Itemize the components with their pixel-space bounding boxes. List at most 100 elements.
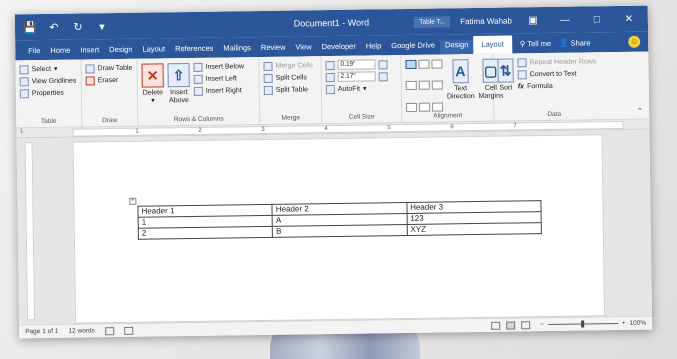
select-button[interactable]: Select ▾: [19, 63, 76, 76]
pencil-icon: [85, 63, 95, 73]
align-center-icon[interactable]: [418, 80, 430, 91]
split-table-label: Split Table: [275, 85, 309, 94]
tab-selector-icon[interactable]: L: [20, 128, 23, 134]
maximize-icon[interactable]: □: [586, 14, 608, 25]
align-top-right-icon[interactable]: [431, 59, 443, 69]
ruler-number: 1: [135, 128, 139, 135]
insert-left-icon: [193, 74, 203, 84]
align-top-center-icon[interactable]: [418, 59, 430, 69]
distribute-columns-icon[interactable]: [378, 71, 388, 81]
select-icon: [19, 64, 29, 74]
tab-developer[interactable]: Developer: [317, 42, 361, 57]
delete-dropdown-icon: ▾: [151, 97, 155, 105]
insert-below-icon: [193, 62, 203, 72]
group-merge: Merge Cells Split Cells Split Table Merg…: [259, 56, 323, 125]
tab-table-layout[interactable]: Layout: [473, 35, 513, 55]
tell-me-label: Tell me: [527, 38, 552, 49]
table-move-handle-icon[interactable]: +: [129, 197, 137, 205]
tab-file[interactable]: File: [23, 46, 45, 60]
word-count[interactable]: 12 words: [68, 327, 94, 334]
properties-button[interactable]: Properties: [19, 87, 77, 100]
tell-me-search[interactable]: ⚲ Tell me: [520, 39, 551, 53]
repeat-header-rows-button[interactable]: Repeat Header Rows: [517, 55, 596, 68]
repeat-header-label: Repeat Header Rows: [529, 57, 597, 66]
align-bottom-center-icon[interactable]: [419, 102, 431, 112]
ruler-number: 3: [261, 126, 265, 134]
repeat-header-icon: [517, 57, 527, 67]
tab-view[interactable]: View: [290, 42, 316, 56]
zoom-in-icon[interactable]: +: [622, 320, 626, 327]
align-bottom-left-icon[interactable]: [406, 102, 418, 112]
macro-recording-icon[interactable]: [123, 326, 133, 335]
insert-right-button[interactable]: Insert Right: [193, 84, 245, 97]
cell-width-input[interactable]: 2.17": [337, 71, 376, 82]
share-label: Share: [570, 38, 591, 48]
collapse-ribbon-icon[interactable]: ⌃: [636, 107, 643, 116]
zoom-level[interactable]: 100%: [629, 320, 646, 327]
table-cell[interactable]: XYZ: [406, 222, 542, 236]
document-page[interactable]: + Header 1 Header 2 Header 3 1 A 123 2 B…: [72, 134, 606, 324]
web-layout-icon[interactable]: [520, 320, 530, 329]
cell-width-field[interactable]: 2.17": [325, 70, 397, 83]
zoom-slider-thumb[interactable]: [580, 320, 584, 328]
insert-left-button[interactable]: Insert Left: [193, 72, 245, 85]
minimize-icon[interactable]: —: [554, 14, 576, 25]
delete-label: Delete: [142, 89, 164, 97]
split-cells-label: Split Cells: [275, 73, 307, 82]
table-cell[interactable]: 2: [138, 226, 273, 240]
cell-height-field[interactable]: 0.19": [325, 58, 396, 71]
dropdown-arrow-icon: ▾: [53, 65, 58, 73]
proofing-icon[interactable]: [104, 326, 114, 335]
formula-button[interactable]: fx Formula: [518, 79, 597, 92]
split-cells-button[interactable]: Split Cells: [263, 71, 317, 84]
tab-insert[interactable]: Insert: [75, 45, 104, 59]
ruler-number: 6: [450, 124, 454, 131]
view-gridlines-label: View Gridlines: [31, 77, 77, 85]
autofit-button[interactable]: AutoFit ▾: [325, 82, 397, 95]
ribbon-display-icon[interactable]: ▣: [522, 15, 544, 26]
user-name[interactable]: Fatima Wahab: [460, 16, 512, 26]
vertical-ruler[interactable]: [24, 142, 36, 321]
read-mode-icon[interactable]: [490, 321, 500, 330]
tab-references[interactable]: References: [170, 44, 219, 59]
convert-to-text-icon: [517, 69, 527, 79]
feedback-smiley-icon[interactable]: ☺: [628, 35, 641, 48]
align-top-left-icon[interactable]: [405, 59, 417, 69]
convert-to-text-button[interactable]: Convert to Text: [517, 67, 597, 80]
align-bottom-right-icon[interactable]: [432, 102, 444, 112]
page-count[interactable]: Page 1 of 1: [25, 328, 58, 335]
zoom-out-icon[interactable]: −: [540, 321, 544, 328]
eraser-button[interactable]: Eraser: [85, 74, 133, 87]
print-layout-icon[interactable]: [505, 320, 515, 330]
zoom-slider[interactable]: [547, 320, 618, 328]
tab-review[interactable]: Review: [256, 43, 291, 57]
close-icon[interactable]: ✕: [618, 13, 640, 24]
align-center-left-icon[interactable]: [405, 81, 417, 91]
tab-table-design[interactable]: Design: [439, 40, 474, 55]
tab-google-drive[interactable]: Google Drive: [386, 41, 440, 56]
group-draw: Draw Table Eraser Draw: [81, 58, 139, 127]
view-buttons: [490, 320, 530, 330]
ruler-number: 2: [198, 127, 202, 134]
merge-cells-button[interactable]: Merge Cells: [263, 59, 316, 72]
tab-help[interactable]: Help: [361, 41, 387, 55]
insert-below-button[interactable]: Insert Below: [193, 60, 244, 73]
document-table[interactable]: Header 1 Header 2 Header 3 1 A 123 2 B X…: [137, 200, 542, 240]
delete-table-icon: ✕: [141, 63, 164, 88]
sort-az-icon: ⇅: [497, 58, 514, 83]
view-gridlines-button[interactable]: View Gridlines: [19, 75, 77, 88]
share-button[interactable]: 👤 Share: [559, 38, 591, 52]
split-table-button[interactable]: Split Table: [263, 83, 317, 96]
insert-above-label-1: Insert: [170, 89, 188, 97]
align-center-right-icon[interactable]: [431, 80, 443, 90]
draw-table-button[interactable]: Draw Table: [85, 62, 132, 75]
tab-mailings[interactable]: Mailings: [218, 43, 256, 58]
tab-layout[interactable]: Layout: [137, 44, 170, 58]
column-width-icon: [325, 72, 335, 82]
text-direction-label-2: Direction: [446, 93, 475, 101]
distribute-rows-icon[interactable]: [378, 59, 388, 69]
table-cell[interactable]: B: [272, 224, 408, 238]
cell-height-input[interactable]: 0.19": [337, 59, 376, 70]
tab-design[interactable]: Design: [104, 45, 138, 59]
tab-home[interactable]: Home: [45, 46, 75, 60]
